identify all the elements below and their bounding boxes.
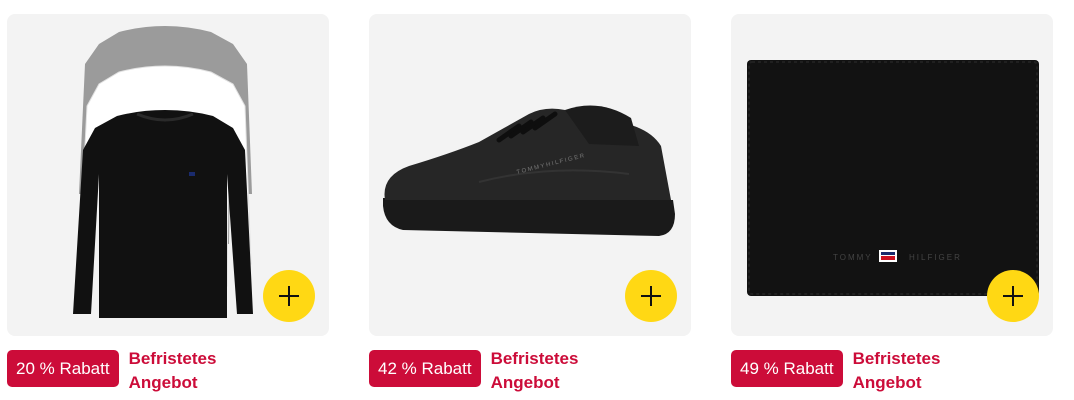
deal-label-line1: Befristetes [852,349,941,368]
deal-label[interactable]: Befristetes Angebot [129,347,249,395]
plus-icon [279,286,299,306]
deal-label-line2: Angebot [852,373,922,392]
plus-icon [1003,286,1023,306]
product-card[interactable] [7,14,329,336]
svg-text:TOMMY: TOMMY [833,253,873,262]
deal-info: 42 % Rabatt Befristetes Angebot [369,347,611,395]
deal-info: 49 % Rabatt Befristetes Angebot [731,347,973,395]
product-card[interactable]: TOMMY HILFIGER [731,14,1053,336]
plus-icon [641,286,661,306]
svg-text:HILFIGER: HILFIGER [909,253,962,262]
add-to-cart-button[interactable] [987,270,1039,322]
add-to-cart-button[interactable] [263,270,315,322]
product-card[interactable]: T O M M Y H I L F I G E R [369,14,691,336]
deal-label-line2: Angebot [490,373,560,392]
add-to-cart-button[interactable] [625,270,677,322]
discount-badge: 20 % Rabatt [7,350,119,387]
deal-label-line1: Befristetes [490,349,579,368]
discount-badge: 49 % Rabatt [731,350,843,387]
deal-label[interactable]: Befristetes Angebot [853,347,973,395]
deal-info: 20 % Rabatt Befristetes Angebot [7,347,249,395]
deal-label-line2: Angebot [128,373,198,392]
deal-label-line1: Befristetes [128,349,217,368]
discount-badge: 42 % Rabatt [369,350,481,387]
deal-label[interactable]: Befristetes Angebot [491,347,611,395]
